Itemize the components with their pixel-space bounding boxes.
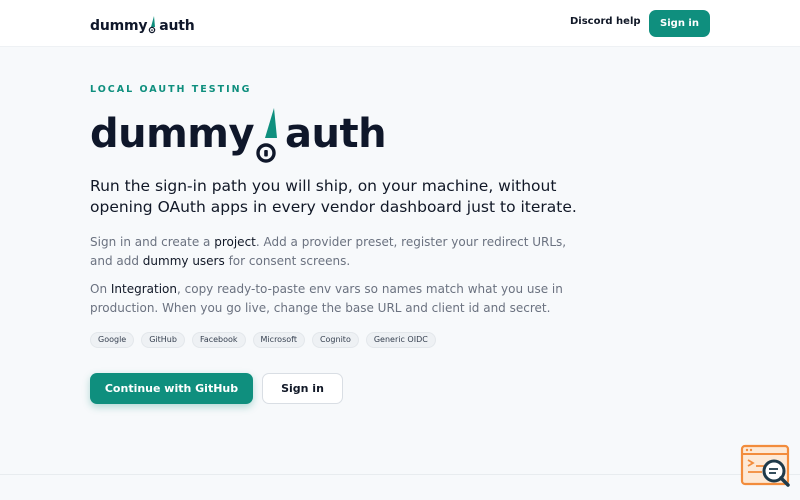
logo[interactable]: dummy auth [90, 14, 195, 34]
eyebrow-label: LOCAL OAUTH TESTING [90, 84, 252, 95]
sign-in-button[interactable]: Sign in [262, 373, 343, 404]
integration-paragraph: On Integration, copy ready-to-paste env … [90, 280, 580, 318]
top-header: dummy auth Discord help Sign in [0, 0, 800, 47]
project-link[interactable]: project [214, 235, 256, 249]
hero-title-right: auth [285, 111, 387, 157]
hero-title-left: dummy [90, 111, 255, 157]
p1-text-3: for consent screens. [224, 254, 351, 268]
hero-title: dummy auth [90, 108, 387, 168]
intro-paragraph: Sign in and create a project. Add a prov… [90, 233, 580, 271]
provider-chip-microsoft: Microsoft [252, 332, 305, 348]
dummy-users-link[interactable]: dummy users [143, 254, 225, 268]
provider-chips: Google GitHub Facebook Microsoft Cognito… [90, 332, 436, 348]
provider-chip-facebook: Facebook [191, 332, 246, 348]
provider-chip-google: Google [90, 332, 135, 348]
hero-lead: Run the sign-in path you will ship, on y… [90, 177, 577, 216]
p1-text-1: Sign in and create a [90, 235, 215, 249]
integration-link[interactable]: Integration [111, 282, 177, 296]
key-flame-icon [148, 16, 158, 34]
key-flame-icon [255, 108, 283, 166]
footer-divider [0, 474, 800, 475]
logo-text-left: dummy [90, 18, 148, 34]
search-feedback-icon[interactable] [740, 444, 792, 490]
provider-chip-cognito: Cognito [311, 332, 359, 348]
continue-with-github-button[interactable]: Continue with GitHub [90, 373, 253, 404]
logo-text-right: auth [159, 18, 195, 34]
provider-chip-generic-oidc: Generic OIDC [365, 332, 436, 348]
header-sign-in-button[interactable]: Sign in [649, 10, 710, 37]
provider-chip-github: GitHub [141, 332, 185, 348]
p2-text-1: On [90, 282, 111, 296]
discord-help-link[interactable]: Discord help [570, 16, 641, 27]
